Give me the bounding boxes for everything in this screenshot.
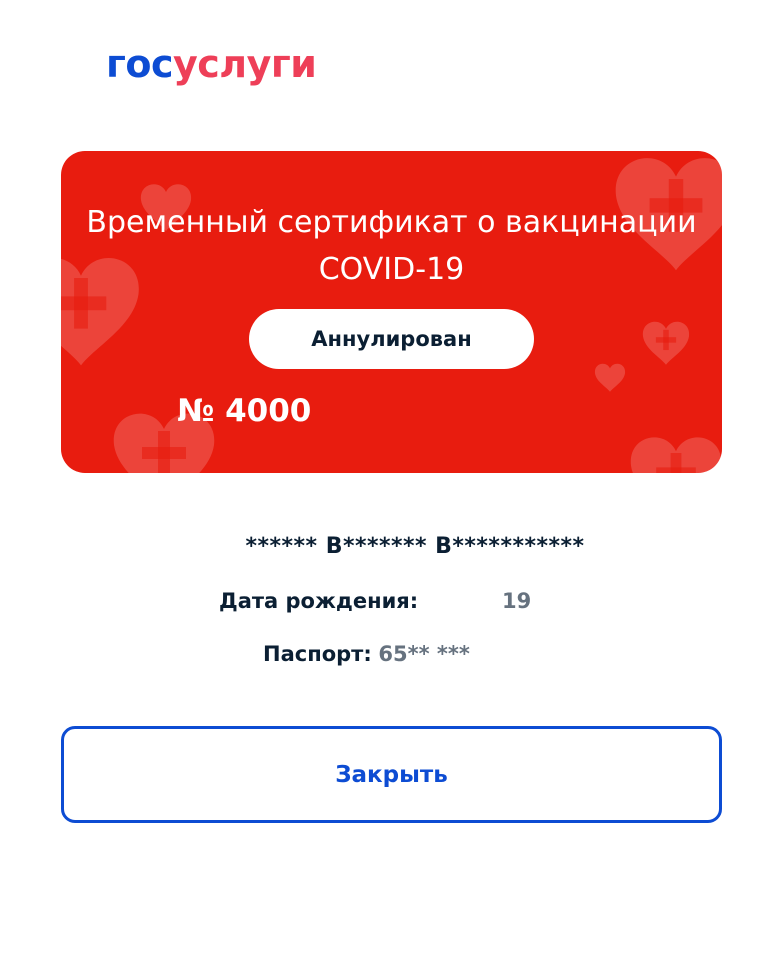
close-button[interactable]: Закрыть <box>61 726 722 823</box>
logo-part-uslugi: услуги <box>173 42 317 86</box>
passport-value: 65** *** <box>378 642 470 666</box>
certificate-card: Временный сертификат о вакцинации COVID-… <box>61 151 722 473</box>
certificate-title: Временный сертификат о вакцинации COVID-… <box>86 205 697 287</box>
certificate-page: госуслуги Временный сертификат о вакцина… <box>0 0 760 961</box>
birth-date-value: 19 <box>502 589 532 613</box>
passport-row: Паспорт: 65** *** <box>263 639 470 669</box>
passport-label: Паспорт: <box>263 642 372 666</box>
birth-date-label: Дата рождения: <box>219 589 419 613</box>
certificate-number: № 4000 <box>177 393 312 429</box>
certificate-status-badge: Аннулирован <box>249 309 534 369</box>
birth-date-row: Дата рождения: 19 <box>219 586 531 616</box>
gosuslugi-logo[interactable]: госуслуги <box>106 40 317 88</box>
logo-part-gos: гос <box>106 42 174 86</box>
holder-name: ****** В******* В*********** <box>245 534 585 559</box>
